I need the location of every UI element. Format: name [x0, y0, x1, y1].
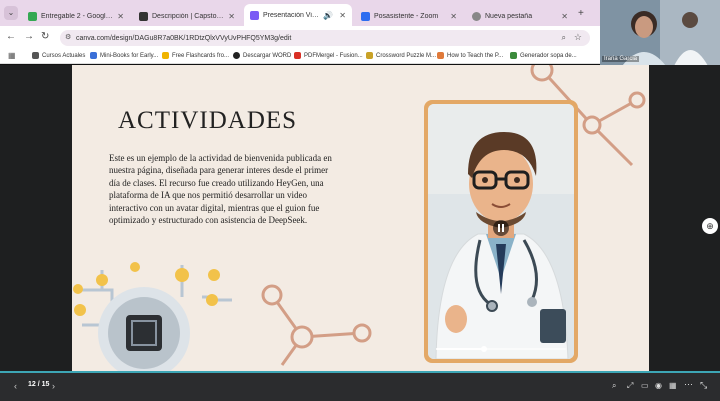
zoom-lens-icon[interactable]: ⌕	[562, 33, 566, 43]
close-icon[interactable]: ✕	[228, 12, 235, 21]
next-slide-icon[interactable]: ›	[52, 381, 55, 391]
forward-icon[interactable]: →	[24, 31, 34, 42]
bookmark-icon	[32, 52, 39, 59]
bookmark-6[interactable]: How to Teach the P...	[437, 52, 503, 59]
avatar-video[interactable]	[428, 104, 574, 359]
tab-1[interactable]: Descripción | Capstone Project ✕	[133, 6, 241, 26]
bookmark-label: Cursos Actuales	[42, 52, 86, 59]
zoom-in-icon[interactable]: ⊕	[702, 218, 718, 234]
page-indicator: 12 / 15	[28, 381, 50, 388]
bookmark-label: Descargar WORD	[243, 52, 292, 59]
more-options-icon[interactable]: ⋯	[684, 379, 693, 390]
site-info-icon[interactable]: ⚙	[65, 33, 71, 41]
close-icon[interactable]: ✕	[117, 12, 124, 21]
tab-3[interactable]: Posasistente - Zoom ✕	[355, 6, 463, 26]
bookmark-4[interactable]: PDFMergel - Fusion...	[294, 52, 363, 59]
bookmark-2[interactable]: Free Flashcards fro...	[162, 52, 229, 59]
bookmark-icon	[294, 52, 301, 59]
bookmark-label: Crossword Puzzle M...	[376, 52, 437, 59]
fullscreen-icon[interactable]: ⤡	[700, 380, 707, 391]
bookmark-label: How to Teach the P...	[447, 52, 504, 59]
url-input[interactable]: ⚙ canva.com/design/DAGu8R7a0BK/1RDtzQlxV…	[60, 30, 590, 46]
slide-body-text: Este es un ejemplo de la actividad de bi…	[109, 153, 332, 226]
tab-4[interactable]: Nueva pestaña ✕	[466, 6, 574, 26]
bookmark-7[interactable]: Generador sopa de...	[510, 52, 577, 59]
chrome-icon	[472, 11, 481, 21]
bookmark-star-icon[interactable]: ☆	[574, 32, 582, 43]
tab-2-active[interactable]: Presentación Visionarios M 🔊 ✕	[244, 4, 352, 26]
bookmark-icon	[510, 52, 517, 59]
camera-name-label: Iraria Garcia	[602, 56, 640, 62]
bookmark-label: Mini-Books for Early...	[100, 52, 159, 59]
zoom-icon[interactable]: ⌕	[612, 381, 616, 391]
bookmark-icon	[233, 52, 240, 59]
bookmark-icon	[366, 52, 373, 59]
bookmark-3[interactable]: Descargar WORD	[233, 52, 291, 59]
bookmark-5[interactable]: Crossword Puzzle M...	[366, 52, 436, 59]
apps-grid-icon[interactable]: ▦	[8, 51, 16, 60]
tab-label: Posasistente - Zoom	[374, 12, 439, 20]
close-icon[interactable]: ✕	[561, 12, 568, 21]
bookmark-0[interactable]: Cursos Actuales	[32, 52, 85, 59]
bookmark-icon	[90, 52, 97, 59]
back-icon[interactable]: ←	[6, 31, 16, 42]
speaker-icon[interactable]: 🔊	[323, 11, 333, 20]
tab-search-icon[interactable]: ⌄	[4, 6, 18, 20]
tab-label: Nueva pestaña	[485, 12, 533, 20]
reload-icon[interactable]: ↻	[41, 31, 49, 42]
bookmark-icon	[162, 52, 169, 59]
canva-icon	[250, 10, 259, 20]
notion-icon	[139, 11, 148, 21]
tab-label: Presentación Visionarios M	[263, 11, 319, 19]
camera-thumbnail: Iraria Garcia	[600, 0, 720, 66]
tab-label: Entregable 2 - Google Drive	[41, 12, 113, 20]
bookmark-icon	[437, 52, 444, 59]
url-text: canva.com/design/DAGu8R7a0BK/1RDtzQlxVVy…	[76, 34, 292, 42]
tab-label: Descripción | Capstone Project	[152, 12, 225, 20]
pause-icon[interactable]	[493, 220, 509, 236]
tab-0[interactable]: Entregable 2 - Google Drive ✕	[22, 6, 130, 26]
video-progress-track[interactable]	[436, 346, 566, 352]
close-icon[interactable]: ✕	[450, 12, 457, 21]
avatar-video-frame[interactable]	[424, 100, 578, 363]
presentation-controls: ‹ 12 / 15 › ⌕ ⤢ ▭ ◉ ▦ ⋯ ⤡	[0, 373, 720, 401]
prev-slide-icon[interactable]: ‹	[14, 381, 17, 391]
doctor-avatar-image	[428, 104, 574, 359]
new-tab-button[interactable]: +	[578, 8, 584, 19]
broadcast-icon[interactable]: ◉	[655, 381, 662, 390]
bookmark-label: Generador sopa de...	[520, 52, 577, 59]
grid-view-icon[interactable]: ▦	[669, 381, 677, 390]
slide-title: ACTIVIDADES	[118, 107, 298, 134]
video-progress-fill	[436, 348, 485, 350]
slide: ACTIVIDADES Este es un ejemplo de la act…	[72, 65, 649, 373]
drive-icon	[28, 11, 37, 21]
captions-icon[interactable]: ▭	[641, 381, 649, 390]
pointer-icon[interactable]: ⤢	[627, 381, 633, 391]
close-icon[interactable]: ✕	[339, 11, 346, 20]
bookmark-label: Free Flashcards fro...	[172, 52, 230, 59]
bookmark-1[interactable]: Mini-Books for Early...	[90, 52, 158, 59]
bookmark-label: PDFMergel - Fusion...	[304, 52, 363, 59]
zoom-icon	[361, 11, 370, 21]
